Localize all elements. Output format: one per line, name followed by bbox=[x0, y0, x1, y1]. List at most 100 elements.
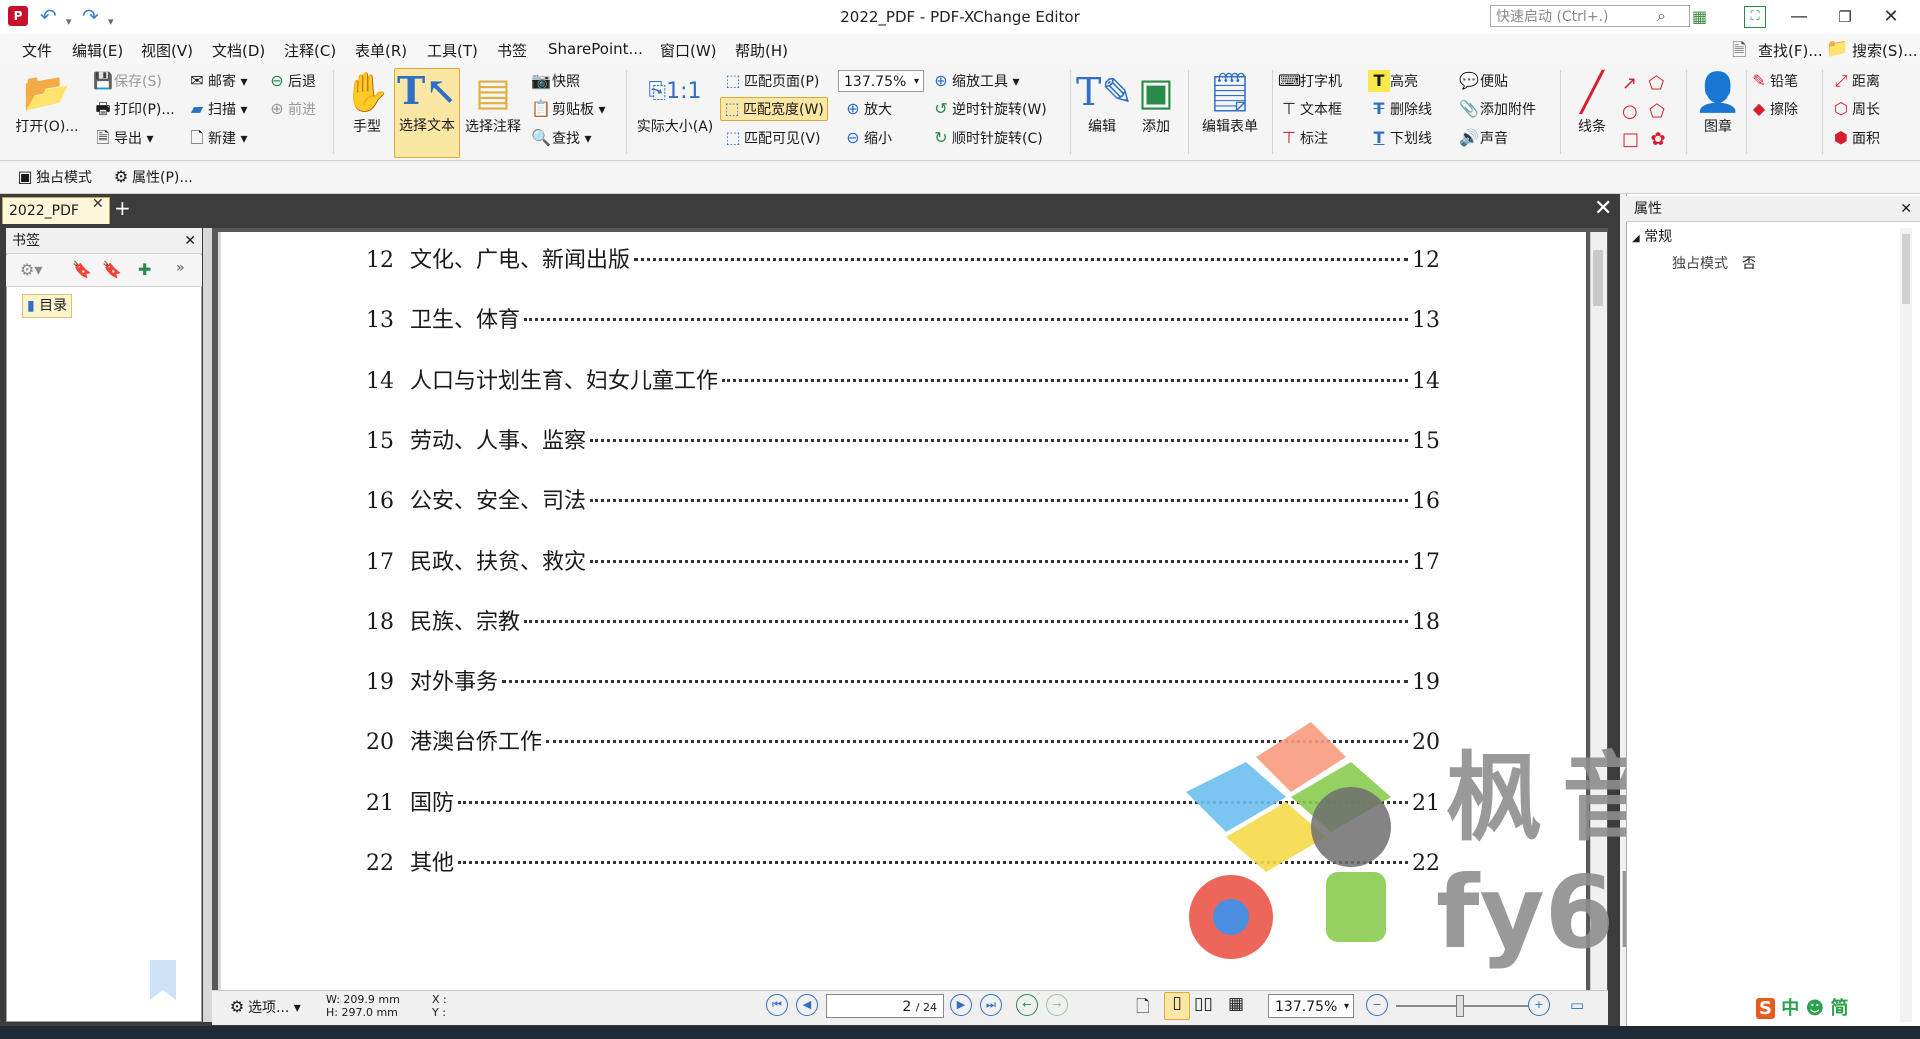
menu-sharepoint[interactable]: SharePoint... bbox=[548, 40, 643, 58]
scrollbar-thumb[interactable] bbox=[1593, 250, 1603, 306]
rotate-cw-button[interactable]: ↻ 顺时针旋转(C) bbox=[930, 127, 1042, 149]
open-button[interactable]: 📂 打开(O)... bbox=[12, 70, 82, 136]
options-button[interactable]: ⚙ 选项... ▾ bbox=[226, 996, 301, 1018]
zoom-in-status-button[interactable]: + bbox=[1528, 994, 1550, 1016]
ui-options-icon[interactable]: ▦ bbox=[1692, 7, 1707, 26]
search-button[interactable]: 搜索(S)... bbox=[1852, 40, 1918, 61]
back-button[interactable]: ⊖ 后退 bbox=[266, 70, 316, 92]
edit-form-button[interactable]: 🗒 编辑表单 bbox=[1194, 70, 1266, 136]
continuous-facing-icon[interactable]: ▦ bbox=[1228, 994, 1244, 1014]
snapshot-button[interactable]: 📷快照 bbox=[530, 70, 580, 92]
exclusive-mode-button[interactable]: ▣ 独占模式 bbox=[14, 166, 92, 188]
menu-tools[interactable]: 工具(T) bbox=[427, 40, 478, 61]
callout-button[interactable]: ⊤ 标注 bbox=[1278, 127, 1328, 149]
menu-edit[interactable]: 编辑(E) bbox=[72, 40, 123, 61]
bookmark-item[interactable]: ▮ 目录 bbox=[22, 294, 73, 318]
sticky-note-button[interactable]: 💬便贴 bbox=[1458, 70, 1508, 92]
bookmark-expand-icon[interactable]: 🔖 bbox=[72, 260, 92, 279]
typewriter-button[interactable]: ⌨打字机 bbox=[1278, 70, 1342, 92]
previous-view-button[interactable]: ← bbox=[1016, 994, 1038, 1016]
first-page-button[interactable]: ⏮ bbox=[766, 994, 788, 1016]
print-button[interactable]: 🖶 打印(P)... bbox=[92, 98, 174, 120]
menu-window[interactable]: 窗口(W) bbox=[660, 40, 717, 61]
search-icon[interactable]: ⌕ bbox=[1657, 6, 1666, 26]
gear-icon[interactable]: ⚙▾ bbox=[20, 260, 42, 279]
mail-button[interactable]: ✉ 邮寄 ▾ bbox=[186, 70, 247, 92]
menu-bookmarks[interactable]: 书签 bbox=[497, 40, 527, 61]
save-button[interactable]: 💾保存(S) bbox=[92, 70, 162, 92]
new-button[interactable]: 🗋 新建 ▾ bbox=[186, 127, 248, 149]
strikeout-button[interactable]: T 删除线 bbox=[1368, 98, 1432, 120]
prev-page-button[interactable]: ◀ bbox=[796, 994, 818, 1016]
zoom-in-button[interactable]: ⊕ 放大 bbox=[842, 98, 892, 120]
fit-page-button[interactable]: ⬚ 匹配页面(P) bbox=[722, 70, 819, 92]
toc-row[interactable]: 19 对外事务 19 bbox=[366, 664, 1440, 698]
rectangle-icon[interactable]: □ bbox=[1622, 129, 1639, 150]
ime-indicator[interactable]: S 中 ☻ 简 bbox=[1756, 994, 1849, 1020]
properties-scrollbar[interactable] bbox=[1900, 228, 1912, 1022]
toc-row[interactable]: 14 人口与计划生育、妇女儿童工作 14 bbox=[366, 363, 1440, 397]
highlight-button[interactable]: T 高亮 bbox=[1368, 70, 1418, 92]
screen-mode-icon[interactable]: ▭ bbox=[1570, 996, 1584, 1014]
toc-row[interactable]: 18 民族、宗教 18 bbox=[366, 604, 1440, 638]
fullscreen-icon[interactable]: ⛶ bbox=[1744, 6, 1766, 28]
more-options-icon[interactable]: » bbox=[176, 260, 185, 276]
pencil-button[interactable]: ✎ 铅笔 bbox=[1748, 70, 1798, 92]
find-button[interactable]: 查找(F)... bbox=[1758, 40, 1823, 61]
zoom-slider-handle[interactable] bbox=[1456, 995, 1464, 1017]
restore-button[interactable]: ❐ bbox=[1822, 4, 1868, 30]
select-text-button[interactable]: T↖ 选择文本 bbox=[394, 68, 460, 158]
toc-row[interactable]: 17 民政、扶贫、救灾 17 bbox=[366, 544, 1440, 578]
menu-form[interactable]: 表单(R) bbox=[355, 40, 407, 61]
toc-row[interactable]: 15 劳动、人事、监察 15 bbox=[366, 423, 1440, 457]
menu-view[interactable]: 视图(V) bbox=[141, 40, 193, 61]
menu-comment[interactable]: 注释(C) bbox=[284, 40, 336, 61]
add-button[interactable]: ▣ 添加 bbox=[1130, 70, 1182, 136]
pane-splitter[interactable] bbox=[203, 228, 212, 1022]
eraser-button[interactable]: ◆ 擦除 bbox=[1748, 98, 1798, 120]
underline-button[interactable]: T 下划线 bbox=[1368, 127, 1432, 149]
toc-row[interactable]: 13 卫生、体育 13 bbox=[366, 302, 1440, 336]
collapse-triangle-icon[interactable]: ◢ bbox=[1632, 233, 1640, 244]
polygon-icon[interactable]: ⬠ bbox=[1649, 73, 1665, 94]
forward-button[interactable]: ⊕ 前进 bbox=[266, 98, 316, 120]
close-window-button[interactable]: ✕ bbox=[1868, 4, 1914, 30]
toc-row[interactable]: 12 文化、广电、新闻出版 12 bbox=[366, 242, 1440, 276]
toc-row[interactable]: 16 公安、安全、司法 16 bbox=[366, 483, 1440, 517]
menu-file[interactable]: 文件 bbox=[22, 40, 52, 61]
add-bookmark-icon[interactable]: ✚ bbox=[138, 260, 151, 279]
scan-button[interactable]: ▰ 扫描 ▾ bbox=[186, 98, 248, 120]
close-pane-icon[interactable]: ✕ bbox=[1900, 196, 1912, 222]
close-pane-icon[interactable]: ✕ bbox=[184, 228, 196, 254]
textbox-button[interactable]: ⊤ 文本框 bbox=[1278, 98, 1342, 120]
zoom-level-select[interactable]: 137.75% ▾ bbox=[838, 70, 924, 92]
hand-tool-button[interactable]: ✋ 手型 bbox=[342, 70, 392, 136]
clipboard-button[interactable]: 📋剪贴板 ▾ bbox=[530, 98, 605, 120]
close-document-icon[interactable]: ✕ bbox=[1594, 196, 1612, 221]
zoom-out-button[interactable]: ⊖ 缩小 bbox=[842, 127, 892, 149]
shape-tools[interactable]: ↗ ⬠ ○ ⬠ □ ✿ bbox=[1622, 70, 1682, 154]
facing-pages-icon[interactable]: ▯▯ bbox=[1194, 994, 1213, 1014]
minimize-button[interactable]: — bbox=[1776, 4, 1822, 30]
cloud-icon[interactable]: ✿ bbox=[1650, 129, 1665, 150]
select-annotation-button[interactable]: ▤ 选择注释 bbox=[460, 70, 526, 136]
next-view-button[interactable]: → bbox=[1046, 994, 1068, 1016]
fit-width-button[interactable]: ⬚ 匹配宽度(W) bbox=[720, 97, 828, 121]
zoom-status-select[interactable]: 137.75% ▾ bbox=[1268, 994, 1354, 1018]
lines-button[interactable]: ╱ 线条 bbox=[1564, 70, 1620, 136]
export-button[interactable]: 🗎 导出 ▾ bbox=[92, 127, 154, 149]
single-page-icon[interactable]: 🗋 bbox=[1136, 994, 1150, 1023]
stamp-button[interactable]: 👤 图章 bbox=[1690, 70, 1746, 136]
zoom-tool-button[interactable]: ⊕ 缩放工具 ▾ bbox=[930, 70, 1019, 92]
close-tab-icon[interactable]: ✕ bbox=[92, 196, 104, 212]
perimeter-button[interactable]: ⬡ 周长 bbox=[1830, 98, 1880, 120]
last-page-button[interactable]: ⏭ bbox=[980, 994, 1002, 1016]
arrow-icon[interactable]: ↗ bbox=[1622, 73, 1637, 94]
pentagon-icon[interactable]: ⬠ bbox=[1649, 101, 1665, 122]
page-number-input[interactable]: 2 / 24 bbox=[826, 994, 944, 1018]
continuous-page-icon[interactable]: ▯ bbox=[1164, 992, 1190, 1020]
properties-scrollbar-thumb[interactable] bbox=[1902, 234, 1910, 304]
menu-document[interactable]: 文档(D) bbox=[212, 40, 265, 61]
actual-size-button[interactable]: ⎘1:1 实际大小(A) bbox=[632, 70, 718, 136]
edit-button[interactable]: T✎ 编辑 bbox=[1076, 70, 1133, 136]
